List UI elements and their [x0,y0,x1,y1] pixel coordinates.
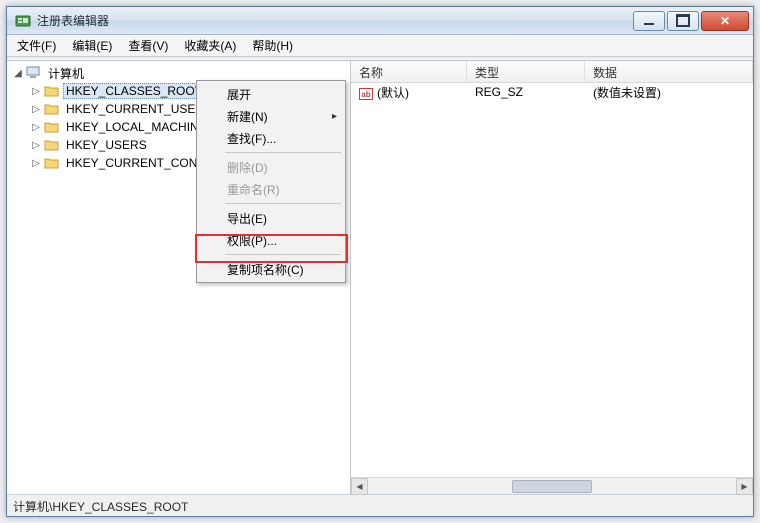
horizontal-scrollbar[interactable]: ◀ ▶ [351,477,753,494]
folder-icon [44,102,60,116]
tree-root-label: 计算机 [45,64,87,83]
ctx-separator [225,152,341,153]
expand-icon[interactable]: ▷ [29,122,43,133]
scroll-thumb[interactable] [512,480,592,493]
tree-item-label: HKEY_USERS [63,137,150,153]
string-value-icon: ab [359,88,373,100]
cell-name: ab (默认) [351,84,467,101]
ctx-rename: 重命名(R) [199,178,343,200]
list-body[interactable]: ab (默认) REG_SZ (数值未设置) [351,83,753,477]
expand-icon[interactable]: ▷ [29,104,43,115]
minimize-button[interactable] [633,11,665,31]
list-header: 名称 类型 数据 [351,61,753,83]
ctx-find[interactable]: 查找(F)... [199,127,343,149]
cell-name-text: (默认) [377,86,409,100]
content-area: ◢ 计算机 ▷ HKEY_CLASSES_ROOT ▷ HKEY_CURRENT… [7,60,753,494]
ctx-permissions[interactable]: 权限(P)... [199,229,343,251]
titlebar[interactable]: 注册表编辑器 [7,7,753,35]
window-buttons [631,11,749,31]
col-type[interactable]: 类型 [467,61,585,82]
scroll-right-arrow[interactable]: ▶ [736,478,753,495]
scroll-left-arrow[interactable]: ◀ [351,478,368,495]
app-icon [15,13,31,29]
maximize-button[interactable] [667,11,699,31]
computer-icon [26,66,42,80]
list-row[interactable]: ab (默认) REG_SZ (数值未设置) [351,83,753,101]
ctx-separator [225,203,341,204]
menu-view[interactable]: 查看(V) [120,34,176,57]
folder-icon [44,138,60,152]
close-button[interactable] [701,11,749,31]
menubar: 文件(F) 编辑(E) 查看(V) 收藏夹(A) 帮助(H) [7,35,753,57]
window-title: 注册表编辑器 [37,12,631,29]
expand-icon[interactable]: ▷ [29,158,43,169]
tree-item-label: HKEY_CURRENT_USER [63,101,207,117]
cell-data: (数值未设置) [585,84,753,101]
ctx-delete: 删除(D) [199,156,343,178]
context-menu: 展开 新建(N) 查找(F)... 删除(D) 重命名(R) 导出(E) 权限(… [196,80,346,283]
regedit-window: 注册表编辑器 文件(F) 编辑(E) 查看(V) 收藏夹(A) 帮助(H) ◢ … [6,6,754,517]
menu-file[interactable]: 文件(F) [9,34,64,57]
folder-icon [44,156,60,170]
folder-icon [44,120,60,134]
cell-type: REG_SZ [467,85,585,99]
value-list-pane: 名称 类型 数据 ab (默认) REG_SZ (数值未设置) ◀ ▶ [351,61,753,494]
ctx-export[interactable]: 导出(E) [199,207,343,229]
status-path: 计算机\HKEY_CLASSES_ROOT [13,500,188,514]
tree-item-label: HKEY_LOCAL_MACHINE [63,119,210,135]
expand-icon[interactable]: ▷ [29,86,43,97]
menu-favorites[interactable]: 收藏夹(A) [176,34,244,57]
menu-edit[interactable]: 编辑(E) [64,34,120,57]
collapse-icon[interactable]: ◢ [11,68,25,79]
tree-item-label: HKEY_CLASSES_ROOT [63,83,205,99]
col-name[interactable]: 名称 [351,61,467,82]
ctx-new[interactable]: 新建(N) [199,105,343,127]
folder-icon [44,84,60,98]
ctx-separator [225,254,341,255]
ctx-expand[interactable]: 展开 [199,83,343,105]
statusbar: 计算机\HKEY_CLASSES_ROOT [7,494,753,516]
ctx-copy-key-name[interactable]: 复制项名称(C) [199,258,343,280]
expand-icon[interactable]: ▷ [29,140,43,151]
menu-help[interactable]: 帮助(H) [244,34,301,57]
col-data[interactable]: 数据 [585,61,753,82]
